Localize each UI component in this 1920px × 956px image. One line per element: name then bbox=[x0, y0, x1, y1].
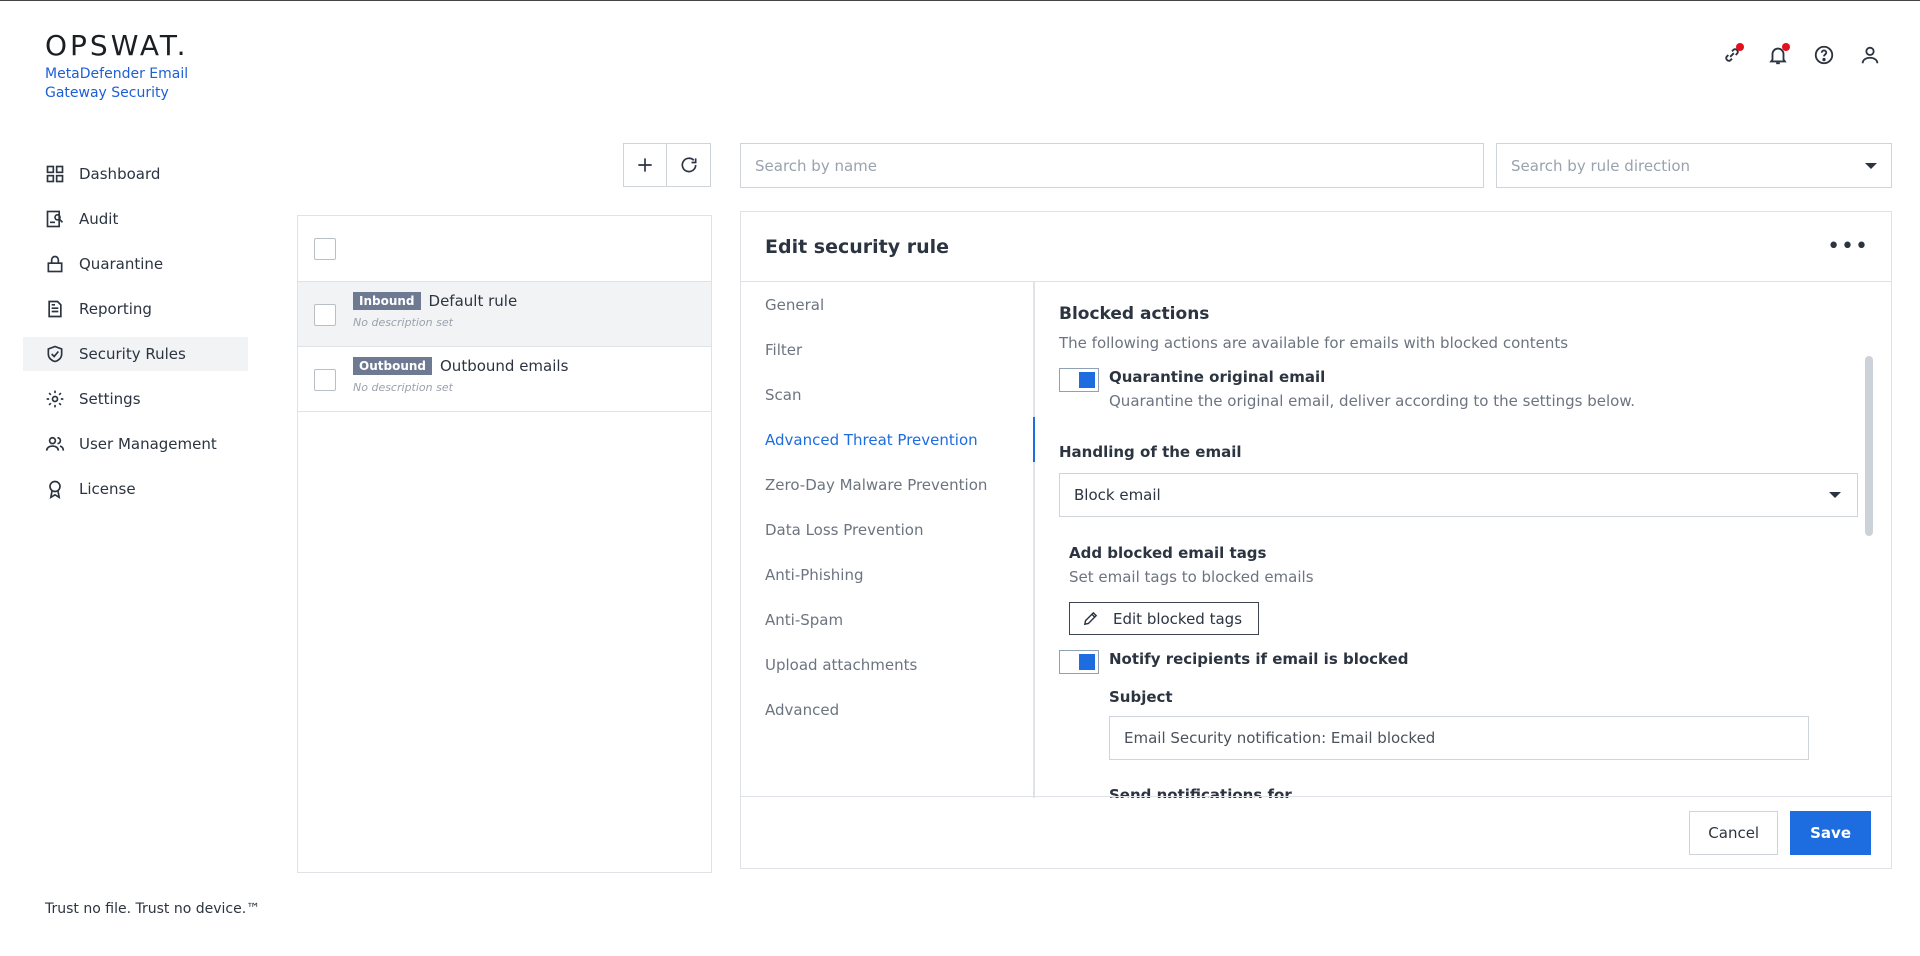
rule-name: Default rule bbox=[428, 292, 518, 310]
tab-advanced-threat-prevention[interactable]: Advanced Threat Prevention bbox=[741, 417, 1035, 462]
rule-direction-placeholder: Search by rule direction bbox=[1511, 156, 1691, 175]
gear-icon bbox=[46, 390, 64, 408]
tab-general[interactable]: General bbox=[741, 282, 1033, 327]
tab-anti-phishing[interactable]: Anti-Phishing bbox=[741, 552, 1033, 597]
tab-advanced[interactable]: Advanced bbox=[741, 687, 1033, 732]
edit-footer: Cancel Save bbox=[741, 796, 1891, 868]
save-button[interactable]: Save bbox=[1790, 810, 1871, 855]
edit-blocked-tags-label: Edit blocked tags bbox=[1113, 609, 1243, 628]
page-title: Edit security rule bbox=[765, 235, 950, 258]
toggle-knob bbox=[1079, 654, 1095, 670]
toggle-knob bbox=[1079, 372, 1095, 388]
rule-toolbar bbox=[623, 143, 711, 187]
chevron-down-icon bbox=[1865, 162, 1877, 169]
sidebar-item-label: Dashboard bbox=[79, 165, 161, 183]
edit-blocked-tags-button[interactable]: Edit blocked tags bbox=[1069, 602, 1260, 635]
add-rule-button[interactable] bbox=[623, 143, 667, 187]
sidebar-item-user-management[interactable]: User Management bbox=[23, 427, 248, 461]
select-all-checkbox[interactable] bbox=[314, 237, 336, 260]
handling-label: Handling of the email bbox=[1059, 443, 1242, 461]
rule-list: Inbound Default rule No description set … bbox=[297, 215, 712, 873]
notify-toggle[interactable] bbox=[1059, 650, 1099, 674]
chevron-down-icon bbox=[1829, 492, 1841, 498]
sidebar-item-settings[interactable]: Settings bbox=[23, 382, 248, 416]
refresh-button[interactable] bbox=[667, 143, 711, 187]
edit-rule-panel: Edit security rule ••• General Filter Sc… bbox=[740, 211, 1892, 869]
document-icon bbox=[48, 300, 62, 318]
sidebar-item-dashboard[interactable]: Dashboard bbox=[23, 157, 248, 191]
sidebar-item-label: Settings bbox=[79, 390, 141, 408]
sidebar-item-security-rules[interactable]: Security Rules bbox=[23, 337, 248, 371]
tags-label: Add blocked email tags bbox=[1069, 544, 1267, 562]
tab-scan[interactable]: Scan bbox=[741, 372, 1033, 417]
audit-icon bbox=[46, 210, 64, 228]
sidebar-item-quarantine[interactable]: Quarantine bbox=[23, 247, 248, 281]
notification-dot bbox=[1736, 43, 1744, 51]
top-toolbar bbox=[1718, 41, 1884, 69]
handling-select[interactable]: Block email bbox=[1059, 473, 1858, 517]
shield-check-icon bbox=[47, 345, 63, 363]
sidebar-item-reporting[interactable]: Reporting bbox=[23, 292, 248, 326]
dashboard-icon bbox=[46, 165, 64, 183]
tab-data-loss-prevention[interactable]: Data Loss Prevention bbox=[741, 507, 1033, 552]
direction-badge: Inbound bbox=[353, 292, 421, 310]
tab-anti-spam[interactable]: Anti-Spam bbox=[741, 597, 1033, 642]
notification-dot bbox=[1782, 43, 1790, 51]
pencil-icon bbox=[1083, 611, 1098, 626]
award-icon bbox=[49, 480, 61, 499]
rule-checkbox[interactable] bbox=[314, 369, 336, 391]
notify-label: Notify recipients if email is blocked bbox=[1109, 650, 1409, 668]
refresh-icon bbox=[681, 157, 696, 173]
handling-value: Block email bbox=[1074, 486, 1161, 504]
sidebar-item-label: User Management bbox=[79, 435, 217, 453]
section-title: Blocked actions bbox=[1059, 304, 1210, 324]
sidebar: Dashboard Audit Quarantine Reporting Sec… bbox=[23, 157, 248, 517]
lock-icon bbox=[47, 255, 63, 273]
users-icon bbox=[45, 436, 65, 451]
tags-description: Set email tags to blocked emails bbox=[1069, 568, 1314, 586]
sidebar-item-audit[interactable]: Audit bbox=[23, 202, 248, 236]
sidebar-item-label: Audit bbox=[79, 210, 119, 228]
content-scrollbar[interactable] bbox=[1865, 356, 1873, 536]
tab-filter[interactable]: Filter bbox=[741, 327, 1033, 372]
subject-label: Subject bbox=[1109, 688, 1173, 706]
rule-tabs: General Filter Scan Advanced Threat Prev… bbox=[741, 282, 1035, 798]
tagline: Trust no file. Trust no device.™ bbox=[45, 901, 261, 917]
brand: OPSWAT. MetaDefender Email Gateway Secur… bbox=[45, 31, 205, 103]
tab-upload-attachments[interactable]: Upload attachments bbox=[741, 642, 1033, 687]
tab-zero-day-malware-prevention[interactable]: Zero-Day Malware Prevention bbox=[741, 462, 1033, 507]
rule-direction-select[interactable]: Search by rule direction bbox=[1496, 143, 1892, 188]
direction-badge: Outbound bbox=[353, 357, 432, 375]
rule-name: Outbound emails bbox=[440, 357, 569, 375]
sidebar-item-license[interactable]: License bbox=[23, 472, 248, 506]
cancel-button[interactable]: Cancel bbox=[1689, 810, 1779, 855]
section-subtitle: The following actions are available for … bbox=[1059, 334, 1569, 352]
rule-row-default[interactable]: Inbound Default rule No description set bbox=[298, 282, 711, 347]
sidebar-item-label: Reporting bbox=[79, 300, 152, 318]
tab-content: Blocked actions The following actions ar… bbox=[1037, 282, 1877, 798]
help-icon[interactable] bbox=[1810, 41, 1838, 69]
sidebar-item-label: Quarantine bbox=[79, 255, 164, 273]
link-icon[interactable] bbox=[1718, 41, 1746, 69]
quarantine-description: Quarantine the original email, deliver a… bbox=[1109, 392, 1635, 410]
product-name: MetaDefender Email Gateway Security bbox=[45, 66, 189, 101]
bell-icon[interactable] bbox=[1764, 41, 1792, 69]
rule-description: No description set bbox=[353, 381, 453, 394]
quarantine-toggle[interactable] bbox=[1059, 368, 1099, 392]
opswat-logo: OPSWAT. bbox=[45, 29, 189, 62]
subject-input[interactable] bbox=[1109, 716, 1809, 760]
sidebar-item-label: License bbox=[79, 480, 136, 498]
sidebar-item-label: Security Rules bbox=[79, 345, 186, 363]
plus-icon bbox=[638, 158, 652, 172]
rule-list-header bbox=[298, 216, 711, 282]
rule-row-outbound[interactable]: Outbound Outbound emails No description … bbox=[298, 347, 711, 412]
quarantine-label: Quarantine original email bbox=[1109, 368, 1326, 386]
more-options-icon[interactable]: ••• bbox=[1827, 235, 1869, 257]
search-name-input[interactable] bbox=[740, 143, 1484, 188]
edit-header: Edit security rule ••• bbox=[741, 212, 1891, 282]
user-icon[interactable] bbox=[1856, 41, 1884, 69]
rule-description: No description set bbox=[353, 316, 453, 329]
rule-checkbox[interactable] bbox=[314, 304, 336, 326]
